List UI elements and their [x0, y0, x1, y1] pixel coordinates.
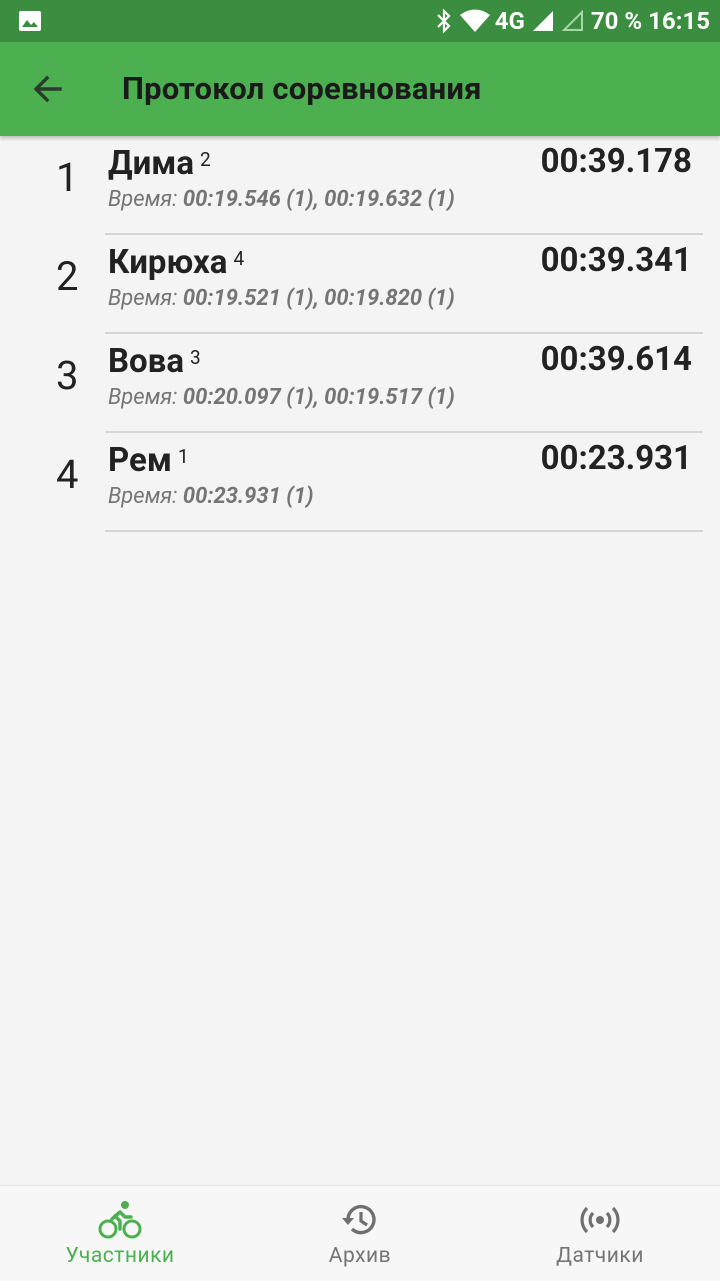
nav-participants[interactable]: Участники — [0, 1186, 240, 1281]
nav-sensors[interactable]: Датчики — [480, 1186, 720, 1281]
result-row[interactable]: 1 Дима 2 00:39.178 Время: 00:19.546 (1), … — [0, 136, 720, 235]
lap-times: Время: 00:23.931 (1) — [108, 484, 314, 509]
participant-name: Рем 1 — [108, 441, 189, 480]
image-notification-icon — [19, 11, 41, 31]
participant-number: 4 — [233, 247, 245, 270]
participant-name: Вова 3 — [108, 342, 201, 381]
status-bar: 4G 70 % 16:15 — [0, 0, 720, 42]
clock: 16:15 — [648, 7, 710, 35]
place-number: 2 — [56, 253, 79, 300]
page-title: Протокол соревнования — [122, 70, 482, 107]
participant-name: Кирюха 4 — [108, 243, 245, 282]
bike-icon — [98, 1201, 142, 1239]
bottom-navigation: Участники Архив Датчики — [0, 1185, 720, 1281]
participant-number: 2 — [200, 148, 211, 171]
result-row[interactable]: 2 Кирюха 4 00:39.341 Время: 00:19.521 (1)… — [0, 235, 720, 334]
lap-times: Время: 00:19.521 (1), 00:19.820 (1) — [108, 286, 455, 311]
lap-times: Время: 00:19.546 (1), 00:19.632 (1) — [108, 187, 455, 212]
place-number: 3 — [56, 352, 79, 399]
place-number: 4 — [56, 451, 79, 498]
network-type: 4G — [494, 7, 525, 35]
participant-name: Дима 2 — [108, 144, 211, 183]
signal-icon — [532, 11, 553, 31]
result-row[interactable]: 3 Вова 3 00:39.614 Время: 00:20.097 (1), … — [0, 334, 720, 433]
lap-times: Время: 00:20.097 (1), 00:19.517 (1) — [108, 385, 455, 410]
bluetooth-icon — [436, 8, 451, 34]
battery-level: 70 % — [590, 7, 643, 35]
results-list: 1 Дима 2 00:39.178 Время: 00:19.546 (1), … — [0, 136, 720, 532]
participant-number: 3 — [190, 346, 201, 369]
nav-label: Архив — [328, 1244, 392, 1268]
nav-label: Участники — [65, 1244, 175, 1268]
history-icon — [342, 1204, 376, 1235]
total-time: 00:23.931 — [540, 439, 692, 478]
total-time: 00:39.178 — [540, 142, 692, 181]
back-arrow-icon[interactable] — [24, 65, 72, 113]
result-row[interactable]: 4 Рем 1 00:23.931 Время: 00:23.931 (1) — [0, 433, 720, 532]
sensor-icon — [580, 1206, 620, 1234]
nav-archive[interactable]: Архив — [240, 1186, 480, 1281]
nav-label: Датчики — [556, 1244, 644, 1268]
divider — [105, 530, 703, 532]
total-time: 00:39.614 — [540, 340, 692, 379]
signal-empty-icon — [561, 9, 583, 31]
status-icons: 4G 70 % 16:15 — [435, 0, 710, 42]
wifi-icon — [459, 9, 490, 32]
app-bar: Протокол соревнования — [0, 42, 720, 136]
place-number: 1 — [56, 154, 79, 201]
participant-number: 1 — [177, 445, 189, 468]
total-time: 00:39.341 — [540, 241, 692, 280]
